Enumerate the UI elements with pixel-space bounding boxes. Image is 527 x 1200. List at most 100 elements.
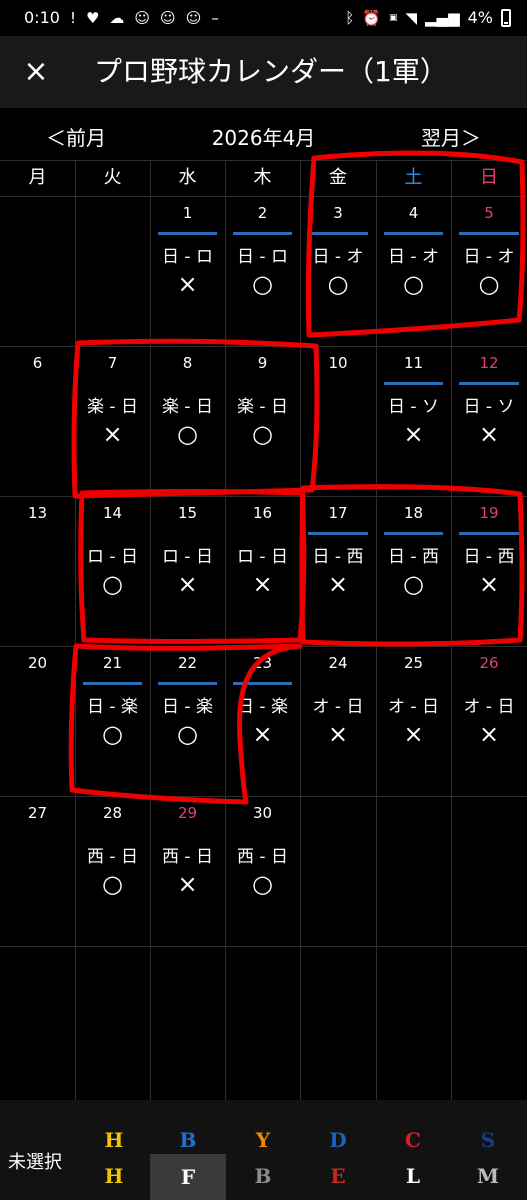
game-result: × bbox=[403, 420, 424, 448]
day-number: 10 bbox=[328, 354, 348, 372]
game-matchup: 日 - 西 bbox=[388, 547, 439, 567]
calendar-day-cell[interactable]: 16 ロ - 日 × bbox=[225, 496, 300, 646]
face-icon: ☺ bbox=[160, 8, 176, 27]
calendar-day-cell[interactable]: 20 bbox=[0, 646, 75, 796]
giants-logo-icon[interactable]: Y bbox=[243, 1120, 283, 1160]
game-result: ○ bbox=[327, 270, 349, 298]
marines-logo-icon[interactable]: M bbox=[468, 1156, 508, 1196]
fighters-logo-icon[interactable]: F bbox=[150, 1154, 226, 1200]
tigers-logo-icon[interactable]: H bbox=[94, 1120, 134, 1160]
game-result: × bbox=[327, 720, 349, 748]
calendar-day-cell bbox=[0, 196, 75, 346]
game-result: × bbox=[252, 570, 273, 598]
month-nav: 2026年4月 ＜前月 翌月＞ bbox=[0, 110, 527, 160]
calendar-day-cell[interactable]: 6 bbox=[0, 346, 75, 496]
game-result: × bbox=[252, 720, 273, 748]
day-number: 14 bbox=[102, 504, 123, 522]
game-matchup: 日 - ロ bbox=[162, 247, 213, 267]
game-matchup: 日 - 楽 bbox=[237, 697, 288, 717]
wifi-icon: ◥ bbox=[405, 8, 417, 27]
weekday-header: 木 bbox=[253, 167, 272, 188]
weekday-header: 金 bbox=[329, 167, 347, 188]
calendar-day-cell bbox=[150, 946, 225, 1096]
calendar-day-cell[interactable]: 22 日 - 楽 ○ bbox=[150, 646, 225, 796]
day-number: 1 bbox=[182, 204, 193, 222]
next-month-button[interactable]: 翌月＞ bbox=[421, 122, 481, 151]
calendar-day-cell[interactable]: 10 bbox=[300, 346, 376, 496]
weather-icon: ☁ bbox=[109, 8, 125, 27]
calendar-day-cell bbox=[376, 796, 451, 946]
hawks-logo-icon[interactable]: H bbox=[94, 1156, 134, 1196]
calendar-day-cell[interactable]: 29 西 - 日 × bbox=[150, 796, 225, 946]
calendar-day-cell[interactable]: 5 日 - オ ○ bbox=[451, 196, 527, 346]
calendar-day-cell[interactable]: 17 日 - 西 × bbox=[300, 496, 376, 646]
status-left: 0:10 ! ♥ ☁ ☺ ☺ ☺ – bbox=[24, 8, 219, 27]
calendar-day-cell[interactable]: 13 bbox=[0, 496, 75, 646]
calendar-day-cell[interactable]: 21 日 - 楽 ○ bbox=[75, 646, 150, 796]
game-result: × bbox=[478, 570, 500, 598]
game-matchup: オ - 日 bbox=[312, 697, 364, 717]
lions-logo-icon[interactable]: L bbox=[393, 1156, 433, 1196]
status-right: ᛒ ⏰ ▣ ◥ ▂▄▆ 4% bbox=[345, 8, 511, 27]
home-game-bar bbox=[83, 682, 142, 685]
game-result: × bbox=[478, 420, 500, 448]
calendar-day-cell[interactable]: 9 楽 - 日 ○ bbox=[225, 346, 300, 496]
calendar-day-cell[interactable]: 18 日 - 西 ○ bbox=[376, 496, 451, 646]
calendar-day-cell[interactable]: 30 西 - 日 ○ bbox=[225, 796, 300, 946]
calendar-day-cell[interactable]: 1 日 - ロ × bbox=[150, 196, 225, 346]
calendar-day-cell bbox=[75, 196, 150, 346]
calendar-day-cell[interactable]: 8 楽 - 日 ○ bbox=[150, 346, 225, 496]
calendar-day-cell[interactable]: 4 日 - オ ○ bbox=[376, 196, 451, 346]
home-game-bar bbox=[459, 532, 519, 535]
calendar-day-cell[interactable]: 14 ロ - 日 ○ bbox=[75, 496, 150, 646]
dragons-logo-icon[interactable]: D bbox=[318, 1120, 358, 1160]
calendar-day-cell[interactable]: 23 日 - 楽 × bbox=[225, 646, 300, 796]
prev-month-button[interactable]: ＜前月 bbox=[46, 122, 106, 151]
face-icon: ☺ bbox=[134, 8, 151, 27]
eagles-logo-icon[interactable]: E bbox=[318, 1156, 358, 1196]
game-matchup: 日 - オ bbox=[388, 247, 439, 267]
game-result: ○ bbox=[252, 870, 273, 898]
calendar-day-cell bbox=[0, 946, 75, 1096]
calendar-day-cell[interactable]: 3 日 - オ ○ bbox=[300, 196, 376, 346]
unselected-button[interactable]: 未選択 bbox=[8, 1148, 62, 1174]
day-number: 21 bbox=[102, 654, 123, 672]
calendar-day-cell[interactable]: 11 日 - ソ × bbox=[376, 346, 451, 496]
home-game-bar bbox=[384, 382, 443, 385]
swallows-logo-icon[interactable]: S bbox=[468, 1120, 508, 1160]
weekday-header: 月 bbox=[28, 167, 47, 188]
day-number: 24 bbox=[328, 654, 348, 672]
calendar-day-cell bbox=[300, 946, 376, 1096]
volte-icon: ▣ bbox=[388, 12, 398, 23]
calendar-day-cell[interactable]: 28 西 - 日 ○ bbox=[75, 796, 150, 946]
calendar-day-cell[interactable]: 12 日 - ソ × bbox=[451, 346, 527, 496]
bluetooth-icon: ᛒ bbox=[345, 8, 355, 27]
calendar-grid: 月 火 水 木 金 土 日 1 日 - ロ × 2 日 - ロ ○ 3 日 - オ ○ 4 日 - オ ○ 5 日 - … bbox=[0, 160, 527, 1100]
home-game-bar bbox=[384, 532, 443, 535]
game-result: ○ bbox=[403, 270, 424, 298]
calendar-day-cell bbox=[300, 796, 376, 946]
calendar-day-cell bbox=[376, 946, 451, 1096]
day-number: 17 bbox=[328, 504, 348, 522]
calendar-day-cell[interactable]: 25 オ - 日 × bbox=[376, 646, 451, 796]
calendar-day-cell[interactable]: 7 楽 - 日 × bbox=[75, 346, 150, 496]
home-game-bar bbox=[158, 232, 217, 235]
game-result: × bbox=[478, 720, 500, 748]
calendar-day-cell[interactable]: 27 bbox=[0, 796, 75, 946]
home-game-bar bbox=[308, 532, 368, 535]
game-matchup: 楽 - 日 bbox=[87, 397, 138, 417]
calendar-day-cell bbox=[75, 946, 150, 1096]
calendar-day-cell[interactable]: 2 日 - ロ ○ bbox=[225, 196, 300, 346]
calendar-day-cell[interactable]: 15 ロ - 日 × bbox=[150, 496, 225, 646]
alarm-icon: ⏰ bbox=[362, 8, 381, 27]
close-icon[interactable]: × bbox=[20, 56, 52, 88]
carp-logo-icon[interactable]: C bbox=[393, 1120, 433, 1160]
calendar-day-cell[interactable]: 26 オ - 日 × bbox=[451, 646, 527, 796]
calendar-day-cell[interactable]: 24 オ - 日 × bbox=[300, 646, 376, 796]
calendar-day-cell[interactable]: 19 日 - 西 × bbox=[451, 496, 527, 646]
signal-icon: ▂▄▆ bbox=[425, 8, 460, 27]
buffaloes-logo-icon[interactable]: B bbox=[243, 1156, 283, 1196]
page-title: プロ野球カレンダー（1軍） bbox=[94, 55, 448, 88]
game-matchup: 日 - ソ bbox=[463, 397, 515, 417]
game-matchup: 西 - 日 bbox=[87, 847, 138, 867]
